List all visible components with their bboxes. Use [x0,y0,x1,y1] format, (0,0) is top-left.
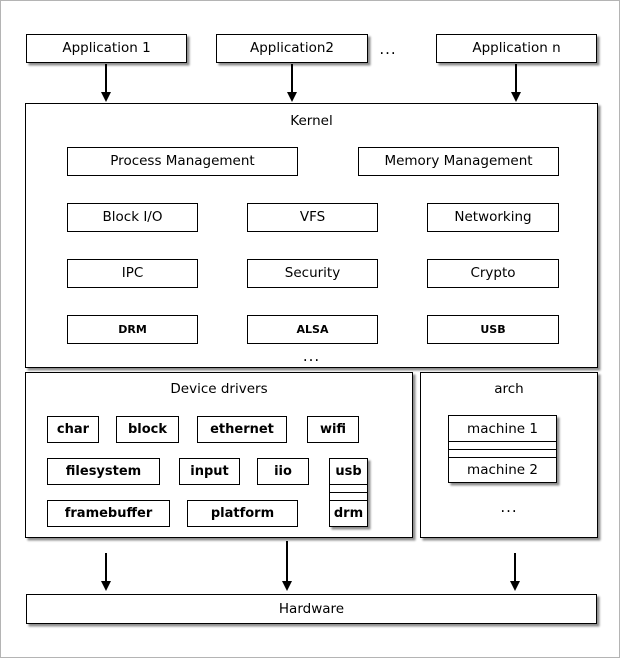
arrow-arch-to-hardware [514,553,516,582]
application-box-2: Application2 [216,34,368,63]
kernel-module-security: Security [247,259,378,288]
driver-label: filesystem [65,463,142,479]
driver-label: drm [333,505,364,521]
arrow-application-1-to-kernel [105,64,107,93]
application-1-label: Application 1 [62,40,151,57]
driver-box-ethernet: ethernet [197,416,287,443]
arrow-application-n-to-kernel [515,64,517,93]
kernel-module-label: IPC [121,265,144,282]
kernel-module-usb: USB [427,315,559,344]
kernel-module-process-management: Process Management [67,147,298,176]
kernel-module-crypto: Crypto [427,259,559,288]
driver-stack-cell-usb: usb [330,459,367,484]
driver-box-filesystem: filesystem [47,458,160,485]
kernel-module-drm: DRM [67,315,198,344]
driver-label: char [56,421,90,437]
kernel-ellipsis: ... [302,347,321,365]
application-box-1: Application 1 [26,34,187,63]
kernel-module-label: DRM [118,322,147,336]
device-drivers-title: Device drivers [170,381,268,397]
kernel-module-alsa: ALSA [247,315,378,344]
arch-stack-cell-machine-2: machine 2 [449,457,556,482]
driver-box-framebuffer: framebuffer [47,500,170,527]
driver-label: input [190,463,229,479]
applications-ellipsis: ... [379,40,397,58]
driver-label: iio [274,463,292,479]
application-2-label: Application2 [249,40,335,57]
arch-stack-machines: machine 1 machine 2 [448,415,557,483]
arch-title: arch [494,381,524,397]
kernel-module-label: ALSA [296,322,329,336]
arch-stack-separator-2 [449,449,556,457]
driver-box-char: char [47,416,99,443]
arrow-device-drivers-to-hardware-left [105,553,107,582]
driver-label: usb [335,464,362,479]
kernel-module-memory-management: Memory Management [358,147,559,176]
kernel-module-block-io: Block I/O [67,203,198,232]
application-box-n: Application n [436,34,597,63]
driver-label: wifi [319,421,347,437]
arrow-device-drivers-to-hardware-right [286,541,288,582]
device-drivers-container: Device drivers char block ethernet wifi … [25,372,413,538]
arrow-application-2-to-kernel [291,64,293,93]
machine-label: machine 1 [467,420,538,437]
kernel-module-label: Networking [454,209,532,226]
hardware-box: Hardware [26,594,597,624]
kernel-module-label: Crypto [470,265,516,282]
driver-stack-cell-drm: drm [330,500,367,525]
driver-label: platform [210,505,275,521]
kernel-module-label: Block I/O [102,209,163,226]
kernel-module-label: Security [284,265,341,282]
application-n-label: Application n [472,40,561,57]
kernel-module-label: Process Management [110,153,255,170]
kernel-module-ipc: IPC [67,259,198,288]
driver-stack-separator-2 [330,492,367,500]
kernel-container: Kernel Process Management Memory Managem… [25,103,598,368]
driver-box-block: block [116,416,179,443]
arch-ellipsis: ... [500,498,518,516]
driver-label: framebuffer [64,505,153,521]
driver-stack-usb-drm: usb drm [329,458,368,527]
driver-box-platform: platform [187,500,298,527]
kernel-module-label: VFS [299,209,326,226]
driver-label: block [127,421,168,437]
diagram-canvas: Application 1 Application2 ... Applicati… [0,0,620,658]
driver-box-iio: iio [257,458,309,485]
kernel-module-vfs: VFS [247,203,378,232]
kernel-module-networking: Networking [427,203,559,232]
arch-stack-separator-1 [449,441,556,449]
hardware-label: Hardware [278,600,345,617]
driver-label: ethernet [210,421,274,437]
driver-box-input: input [179,458,240,485]
machine-label: machine 2 [467,462,538,478]
kernel-module-label: Memory Management [384,153,533,170]
arch-stack-cell-machine-1: machine 1 [449,416,556,441]
driver-stack-separator-1 [330,484,367,492]
driver-box-wifi: wifi [307,416,359,443]
arch-container: arch machine 1 machine 2 ... [420,372,598,538]
kernel-title: Kernel [290,113,333,129]
kernel-module-label: USB [480,322,506,336]
